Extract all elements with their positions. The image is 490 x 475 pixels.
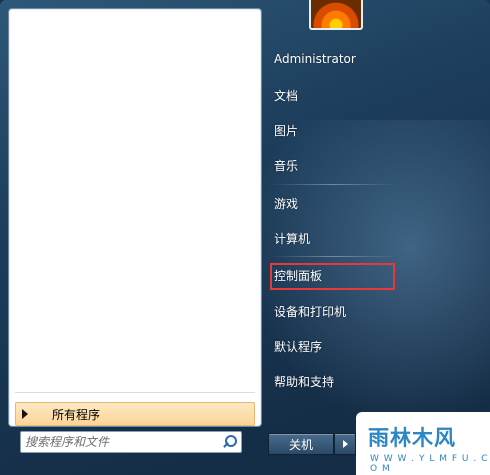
programs-pane: 所有程序 (8, 8, 262, 427)
watermark-text: 雨林木风 (368, 426, 456, 450)
right-item-default-programs[interactable]: 默认程序 (274, 338, 322, 355)
pinned-programs-list (9, 9, 261, 391)
user-name-link[interactable]: Administrator (274, 52, 356, 66)
watermark-url: W W W . Y L M F U . C O M (370, 454, 489, 474)
search-box[interactable] (20, 431, 242, 453)
right-item-games[interactable]: 游戏 (274, 195, 298, 212)
right-item-pictures[interactable]: 图片 (274, 122, 298, 139)
search-input[interactable] (21, 433, 220, 451)
right-item-computer[interactable]: 计算机 (274, 230, 310, 247)
triangle-right-icon (342, 440, 348, 448)
triangle-right-icon (22, 409, 28, 419)
all-programs-button[interactable]: 所有程序 (15, 402, 255, 426)
shutdown-button[interactable]: 关机 (268, 433, 334, 455)
right-item-documents[interactable]: 文档 (274, 87, 298, 104)
all-programs-label: 所有程序 (52, 407, 101, 422)
start-menu: 所有程序 Administrator 文档 图片 音乐 游戏 计算机 控制面板 … (0, 0, 490, 475)
pane-separator (15, 392, 255, 393)
search-icon[interactable] (220, 433, 238, 451)
watermark-logo: 雨林木风 W W W . Y L M F U . C O M (356, 412, 490, 475)
right-item-music[interactable]: 音乐 (274, 157, 298, 174)
right-item-help-support[interactable]: 帮助和支持 (274, 373, 334, 390)
right-item-devices-printers[interactable]: 设备和打印机 (274, 303, 346, 320)
control-panel-highlight (270, 263, 395, 290)
shutdown-label: 关机 (288, 437, 313, 452)
shutdown-options-button[interactable] (334, 433, 356, 455)
right-separator (270, 184, 396, 185)
user-avatar[interactable] (309, 0, 363, 30)
right-separator (270, 256, 396, 257)
